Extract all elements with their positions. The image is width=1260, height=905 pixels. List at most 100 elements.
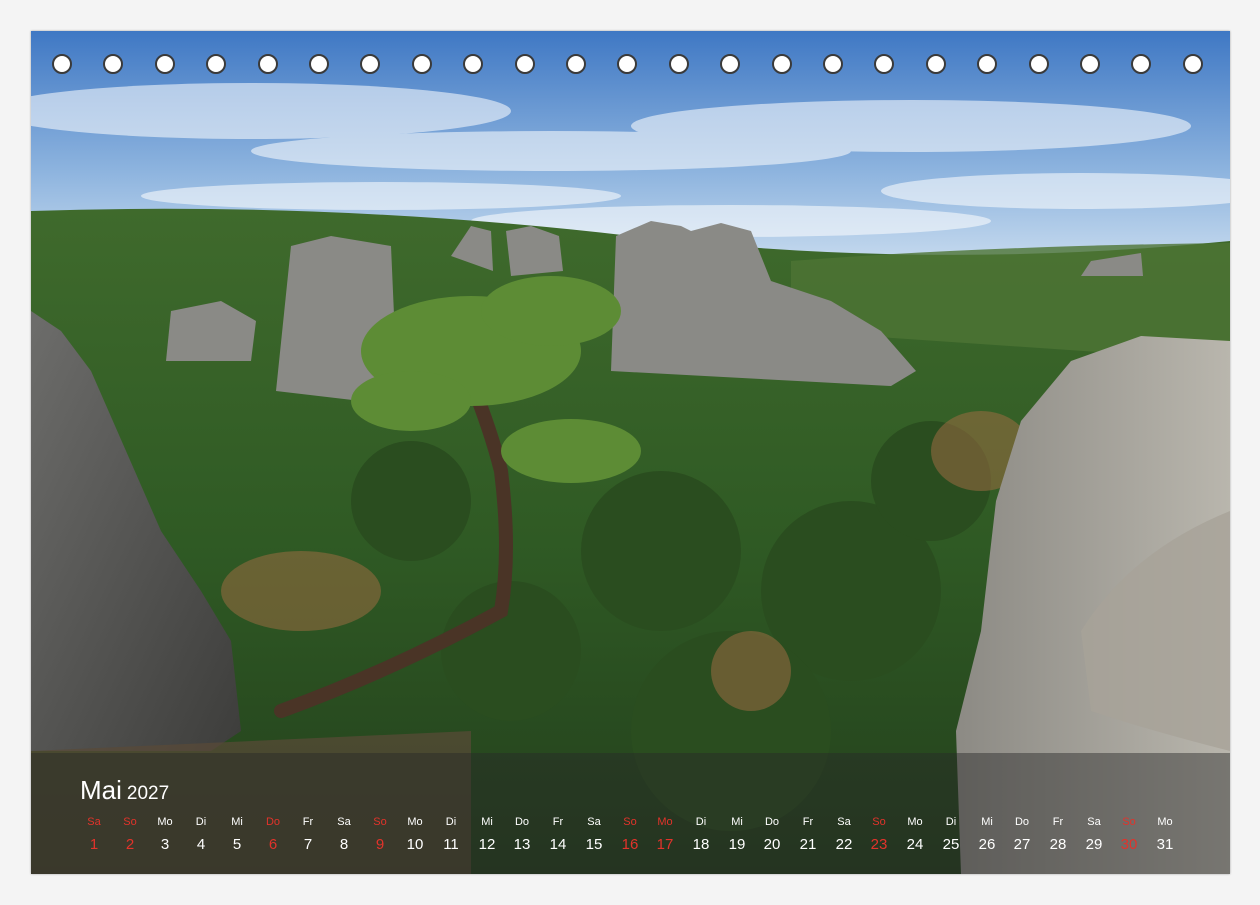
- date-number: 24: [906, 836, 924, 853]
- date-number: 15: [585, 836, 603, 853]
- landscape-photo: [31, 31, 1230, 874]
- date-number: 20: [763, 836, 781, 853]
- binding-hole: [155, 54, 175, 74]
- day-cell: Fr 21: [790, 813, 826, 856]
- weekday-label: Mo: [1157, 816, 1173, 828]
- date-number: 11: [443, 836, 459, 853]
- date-number: 12: [478, 836, 496, 853]
- binding-hole: [515, 54, 535, 74]
- date-number: 10: [406, 836, 424, 853]
- day-cell: So 9: [362, 813, 398, 856]
- weekday-label: Sa: [337, 816, 351, 828]
- date-number: 31: [1156, 836, 1174, 853]
- day-cell: Fr 28: [1040, 813, 1076, 856]
- weekday-label: Do: [265, 816, 281, 828]
- binding-hole: [258, 54, 278, 74]
- date-number: 14: [549, 836, 567, 853]
- binding-hole: [52, 54, 72, 74]
- date-number: 26: [978, 836, 996, 853]
- day-cell: So 16: [612, 813, 648, 856]
- date-number: 7: [303, 836, 313, 853]
- binding-hole: [720, 54, 740, 74]
- day-cell: Di 18: [683, 813, 719, 856]
- date-number: 3: [160, 836, 170, 853]
- binding-hole: [412, 54, 432, 74]
- day-cell: Mo 31: [1147, 813, 1183, 856]
- sandstone-forest-scene: [31, 31, 1230, 874]
- weekday-label: Mo: [157, 816, 173, 828]
- date-number: 8: [339, 836, 349, 853]
- day-cell: Do 20: [754, 813, 790, 856]
- date-number: 13: [513, 836, 531, 853]
- date-number: 29: [1085, 836, 1103, 853]
- date-number: 16: [621, 836, 639, 853]
- day-cell: Mo 10: [397, 813, 433, 856]
- day-cell: So 30: [1111, 813, 1147, 856]
- weekday-label: So: [623, 816, 637, 828]
- date-number: 25: [942, 836, 960, 853]
- binding-hole: [669, 54, 689, 74]
- binding-hole: [926, 54, 946, 74]
- month-name: Mai: [80, 775, 122, 805]
- month-title: Mai 2027: [80, 774, 169, 810]
- weekday-label: Di: [695, 816, 707, 828]
- day-cell: Mo 3: [147, 813, 183, 856]
- binding-hole: [1131, 54, 1151, 74]
- binding-hole: [1080, 54, 1100, 74]
- weekday-label: Fr: [1052, 816, 1064, 828]
- date-number: 18: [692, 836, 710, 853]
- day-cell: Mo 24: [897, 813, 933, 856]
- date-number: 27: [1013, 836, 1031, 853]
- weekday-label: Do: [764, 816, 780, 828]
- day-cell: Sa 15: [576, 813, 612, 856]
- binding-hole: [360, 54, 380, 74]
- date-number: 1: [89, 836, 99, 853]
- date-number: 28: [1049, 836, 1067, 853]
- weekday-label: Mo: [657, 816, 673, 828]
- weekday-label: Fr: [802, 816, 814, 828]
- weekday-label: Sa: [87, 816, 101, 828]
- day-cell: Fr 7: [290, 813, 326, 856]
- binding-hole: [977, 54, 997, 74]
- binding-hole: [463, 54, 483, 74]
- weekday-label: Do: [514, 816, 530, 828]
- day-cell: Sa 8: [326, 813, 362, 856]
- date-number: 19: [728, 836, 746, 853]
- binding-hole: [772, 54, 792, 74]
- binding-hole: [309, 54, 329, 74]
- weekday-label: Sa: [587, 816, 601, 828]
- day-cell: Fr 14: [540, 813, 576, 856]
- day-cell: Do 13: [504, 813, 540, 856]
- weekday-label: Fr: [302, 816, 314, 828]
- day-cell: Mi 5: [219, 813, 255, 856]
- weekday-label: Mi: [981, 816, 993, 828]
- binding-rings: [52, 54, 1212, 80]
- day-cell: Di 25: [933, 813, 969, 856]
- weekday-label: Di: [445, 816, 457, 828]
- day-cell: Mo 17: [647, 813, 683, 856]
- day-cell: Sa 22: [826, 813, 862, 856]
- weekday-label: So: [123, 816, 137, 828]
- day-row: Sa 1 So 2 Mo 3 Di 4 Mi 5 Do 6 Fr 7 Sa 8 So 9 Mo 10 Di 11 Mi 12 D…: [76, 813, 1191, 863]
- day-cell: Do 6: [255, 813, 291, 856]
- day-cell: Di 4: [183, 813, 219, 856]
- weekday-label: Mi: [731, 816, 743, 828]
- weekday-label: Di: [195, 816, 207, 828]
- date-number: 21: [799, 836, 817, 853]
- weekday-label: Mo: [907, 816, 923, 828]
- binding-hole: [1183, 54, 1203, 74]
- day-cell: So 23: [861, 813, 897, 856]
- weekday-label: Mi: [231, 816, 243, 828]
- weekday-label: Sa: [837, 816, 851, 828]
- year: 2027: [126, 783, 170, 804]
- day-cell: Mi 12: [469, 813, 505, 856]
- day-cell: Sa 29: [1076, 813, 1112, 856]
- weekday-label: Do: [1014, 816, 1030, 828]
- date-number: 5: [232, 836, 242, 853]
- weekday-label: So: [373, 816, 387, 828]
- binding-hole: [1029, 54, 1049, 74]
- binding-hole: [874, 54, 894, 74]
- weekday-label: Mo: [407, 816, 423, 828]
- binding-hole: [206, 54, 226, 74]
- day-cell: Do 27: [1004, 813, 1040, 856]
